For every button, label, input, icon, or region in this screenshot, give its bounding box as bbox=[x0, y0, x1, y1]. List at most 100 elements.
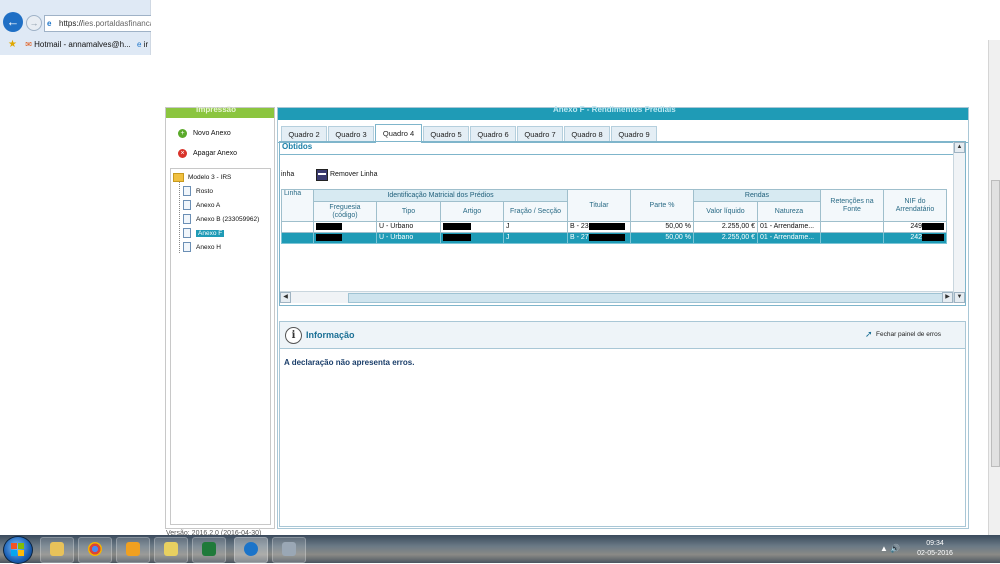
back-button[interactable]: ← bbox=[3, 12, 23, 32]
taskbar-media[interactable] bbox=[116, 537, 150, 563]
grid-vertical-scrollbar[interactable]: ▲ ▼ bbox=[953, 142, 965, 303]
cell-parte: 50,00 % bbox=[630, 232, 694, 244]
tray-arrow-icon[interactable]: ▲ bbox=[880, 544, 888, 553]
excel-icon bbox=[202, 542, 216, 556]
cell-parte: 50,00 % bbox=[630, 221, 694, 233]
favorites-star-icon[interactable]: ★ bbox=[8, 36, 17, 53]
media-player-icon bbox=[126, 542, 140, 556]
tree-item-anexo-a[interactable]: Anexo A bbox=[183, 200, 220, 211]
tree-item-anexo-f[interactable]: Anexo F bbox=[183, 228, 225, 239]
new-annex-button[interactable]: + Novo Anexo bbox=[178, 128, 231, 140]
col-freguesia[interactable]: Freguesia (código) bbox=[313, 201, 377, 222]
taskbar-chrome[interactable] bbox=[78, 537, 112, 563]
cell-freguesia bbox=[313, 232, 377, 244]
chrome-icon bbox=[88, 542, 102, 556]
tree-item-anexo-b[interactable]: Anexo B (233059962) bbox=[183, 214, 259, 225]
obtidos-section: Obtidos inha Remover Linha Linha Identif… bbox=[279, 141, 966, 306]
col-fracao[interactable]: Fração / Secção bbox=[503, 201, 568, 222]
close-panel-icon[interactable]: ➚ bbox=[865, 330, 873, 339]
document-icon bbox=[183, 242, 191, 253]
document-icon bbox=[183, 186, 191, 197]
taskbar-java-app[interactable] bbox=[272, 537, 306, 563]
new-annex-label: Novo Anexo bbox=[193, 130, 231, 137]
favorite-hotmail[interactable]: Hotmail - annamalves@h... bbox=[34, 36, 131, 53]
document-icon bbox=[183, 200, 191, 211]
delete-annex-button[interactable]: × Apagar Anexo bbox=[178, 148, 237, 160]
cell-nif: 242 bbox=[883, 232, 947, 244]
delete-icon: × bbox=[178, 148, 187, 158]
main-panel-header: Anexo F - Rendimentos Prediais bbox=[278, 105, 968, 120]
taskbar-excel[interactable] bbox=[192, 537, 226, 563]
cell-linha bbox=[281, 232, 314, 244]
forward-arrow-icon: → bbox=[29, 18, 39, 28]
favorite-ir[interactable]: ir bbox=[144, 36, 148, 53]
tab-quadro-6[interactable]: Quadro 6 bbox=[470, 126, 516, 142]
redaction bbox=[443, 222, 471, 230]
close-errors-button[interactable]: Fechar painel de erros bbox=[876, 331, 941, 338]
windows-logo-icon bbox=[11, 543, 25, 557]
page-scroll-thumb[interactable] bbox=[991, 180, 1000, 467]
clock-time: 09:34 bbox=[926, 540, 944, 547]
info-message: A declaração não apresenta erros. bbox=[284, 358, 415, 367]
redaction bbox=[443, 233, 471, 241]
tab-quadro-8[interactable]: Quadro 8 bbox=[564, 126, 610, 142]
remove-line-button[interactable]: Remover Linha bbox=[330, 171, 377, 178]
folder-icon bbox=[50, 542, 64, 556]
cell-tipo: U - Urbano bbox=[376, 232, 441, 244]
favorites-bar: ★ ✉ Hotmail - annamalves@h... e ir bbox=[0, 36, 150, 53]
ie-icon: e bbox=[47, 19, 52, 28]
cell-freguesia bbox=[313, 221, 377, 233]
tree-item-anexo-h[interactable]: Anexo H bbox=[183, 242, 221, 253]
remove-line-icon[interactable] bbox=[316, 169, 328, 181]
left-panel-header: Impressão bbox=[166, 105, 274, 118]
tab-quadro-7[interactable]: Quadro 7 bbox=[517, 126, 563, 142]
tab-quadro-2[interactable]: Quadro 2 bbox=[281, 126, 327, 142]
col-nif[interactable]: NIF do Arrendatário bbox=[883, 189, 947, 222]
col-retencoes[interactable]: Retenções na Fonte bbox=[820, 189, 884, 222]
taskbar-ie[interactable] bbox=[234, 537, 268, 563]
notes-icon bbox=[164, 542, 178, 556]
horizontal-scroll-thumb[interactable] bbox=[348, 293, 944, 303]
clock[interactable]: 09:34 02-05-2016 bbox=[905, 539, 965, 559]
address-bar[interactable]: e https://ies.portaldasfinanca bbox=[44, 15, 151, 32]
cell-nif: 249 bbox=[883, 221, 947, 233]
tab-quadro-9[interactable]: Quadro 9 bbox=[611, 126, 657, 142]
browser-toolbar: ← → e https://ies.portaldasfinanca ★ ✉ Ho… bbox=[0, 0, 151, 55]
scroll-down-icon[interactable]: ▼ bbox=[954, 292, 965, 303]
col-natureza[interactable]: Natureza bbox=[757, 201, 821, 222]
scroll-left-icon[interactable]: ◀ bbox=[280, 292, 291, 303]
scroll-right-icon[interactable]: ▶ bbox=[942, 292, 953, 303]
tab-quadro-5[interactable]: Quadro 5 bbox=[423, 126, 469, 142]
scroll-up-icon[interactable]: ▲ bbox=[954, 142, 965, 153]
info-title: Informação bbox=[306, 330, 355, 340]
page-scrollbar[interactable] bbox=[988, 40, 1000, 535]
table-row-selected[interactable]: U - Urbano J B - 27 50,00 % 2.255,00 € 0… bbox=[281, 232, 947, 244]
tree-item-rosto[interactable]: Rosto bbox=[183, 186, 213, 197]
col-artigo[interactable]: Artigo bbox=[440, 201, 504, 222]
url-host: ies.portaldasfinanca bbox=[83, 19, 151, 28]
col-parte[interactable]: Parte % bbox=[630, 189, 694, 222]
taskbar-notes[interactable] bbox=[154, 537, 188, 563]
col-linha[interactable]: Linha bbox=[281, 189, 314, 222]
redaction bbox=[316, 222, 342, 230]
ie-page-icon: e bbox=[136, 40, 142, 49]
grid-horizontal-scrollbar[interactable]: ◀ ▶ bbox=[280, 291, 953, 303]
hotmail-icon: ✉ bbox=[25, 40, 32, 49]
forward-button[interactable]: → bbox=[26, 15, 42, 31]
col-valor[interactable]: Valor líquido bbox=[693, 201, 758, 222]
col-titular[interactable]: Titular bbox=[567, 189, 631, 222]
start-button[interactable] bbox=[3, 536, 33, 564]
col-tipo[interactable]: Tipo bbox=[376, 201, 441, 222]
section-title: Obtidos bbox=[282, 142, 313, 151]
volume-icon[interactable]: 🔊 bbox=[890, 544, 900, 553]
add-line-button[interactable]: inha bbox=[281, 171, 294, 178]
tab-quadro-3[interactable]: Quadro 3 bbox=[328, 126, 374, 142]
annex-tree: Modelo 3 - IRS Rosto Anexo A Anexo B (23… bbox=[170, 168, 271, 525]
table-row[interactable]: U - Urbano J B - 23 50,00 % 2.255,00 € 0… bbox=[281, 221, 947, 233]
left-panel-title: Impressão bbox=[196, 105, 237, 114]
clock-date: 02-05-2016 bbox=[917, 550, 953, 557]
taskbar-explorer[interactable] bbox=[40, 537, 74, 563]
tree-root[interactable]: Modelo 3 - IRS bbox=[173, 172, 231, 183]
main-panel-title: Anexo F - Rendimentos Prediais bbox=[553, 105, 676, 114]
cell-natureza: 01 - Arrendame... bbox=[757, 221, 821, 233]
